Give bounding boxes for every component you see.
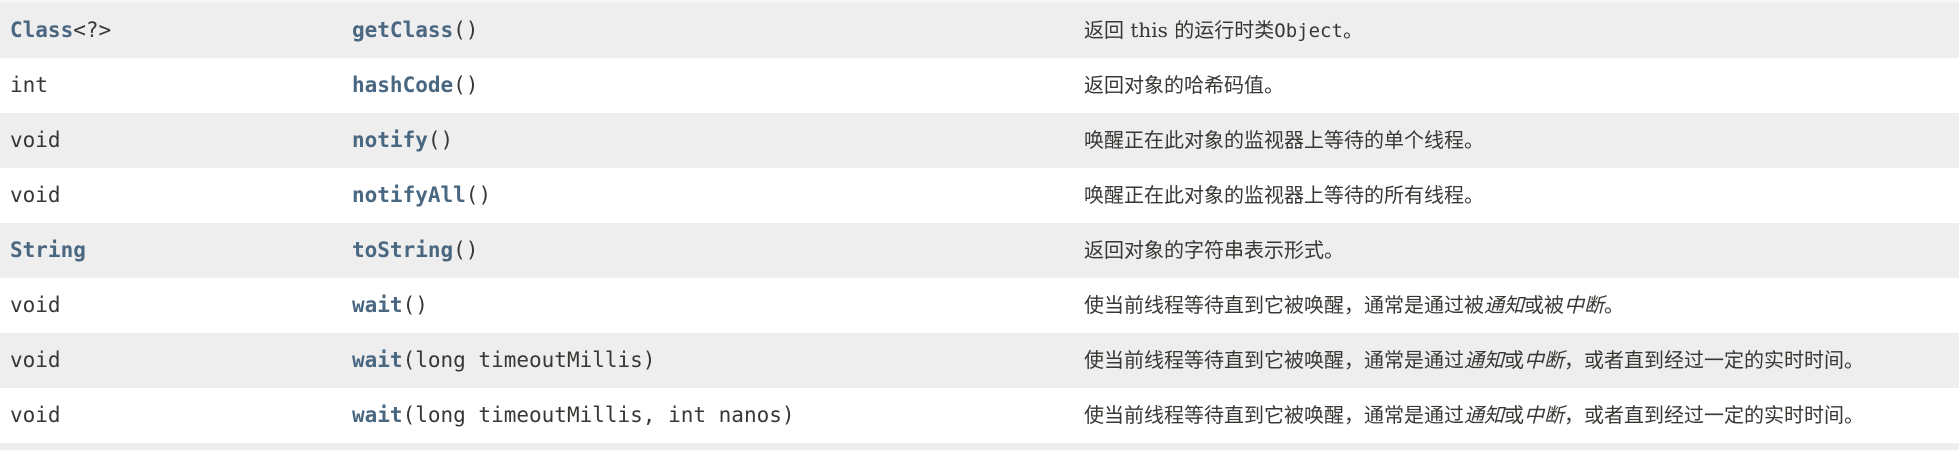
desc-text: 或 xyxy=(1504,403,1524,427)
method-description: 使当前线程等待直到它被唤醒，通常是通过通知或中断，或者直到经过一定的实时时间。 xyxy=(1084,333,1864,388)
return-type: void xyxy=(10,403,61,427)
return-type: int xyxy=(10,73,48,97)
return-type: Class<?> xyxy=(10,3,111,58)
method-link-hashcode[interactable]: hashCode xyxy=(352,73,453,97)
table-row: void notifyAll() 唤醒正在此对象的监视器上等待的所有线程。 xyxy=(0,168,1959,223)
desc-text: ，或者直到经过一定的实时时间。 xyxy=(1564,348,1864,372)
method-params: (long timeoutMillis) xyxy=(402,348,656,372)
method-link-tostring[interactable]: toString xyxy=(352,238,453,262)
method-description: 使当前线程等待直到它被唤醒，通常是通过通知或中断，或者直到经过一定的实时时间。 xyxy=(1084,388,1864,443)
method-params: () xyxy=(427,128,454,152)
desc-code: Object xyxy=(1274,20,1343,42)
method-summary-table: Class<?> getClass() 返回 this 的运行时类Object。… xyxy=(0,0,1959,450)
table-row: void wait(long timeoutMillis, int nanos)… xyxy=(0,388,1959,443)
desc-text: 。 xyxy=(1604,293,1624,317)
method-params: () xyxy=(453,238,479,262)
table-row: int hashCode() 返回对象的哈希码值。 xyxy=(0,58,1959,113)
desc-emphasis-interrupt: 中断 xyxy=(1524,403,1564,427)
method-description: 唤醒正在此对象的监视器上等待的单个线程。 xyxy=(1084,128,1484,152)
table-bottom-edge xyxy=(0,443,1959,450)
desc-emphasis-notify: 通知 xyxy=(1484,293,1524,317)
method-description: 返回 this 的运行时类Object。 xyxy=(1084,3,1363,58)
desc-text: ，或者直到经过一定的实时时间。 xyxy=(1564,403,1864,427)
method-params: () xyxy=(453,73,479,97)
return-type: void xyxy=(10,183,61,207)
method-link-wait-timeout[interactable]: wait xyxy=(352,348,403,372)
return-type-link-string[interactable]: String xyxy=(10,238,86,262)
method-link-wait-timeout-nanos[interactable]: wait xyxy=(352,403,403,427)
desc-text: 返回 xyxy=(1084,18,1131,42)
table-row: void wait(long timeoutMillis) 使当前线程等待直到它… xyxy=(0,333,1959,388)
method-description: 唤醒正在此对象的监视器上等待的所有线程。 xyxy=(1084,183,1484,207)
desc-emphasis-notify: 通知 xyxy=(1464,403,1504,427)
method-description: 返回对象的哈希码值。 xyxy=(1084,73,1284,97)
method-signature: toString() xyxy=(352,223,478,278)
method-signature: notifyAll() xyxy=(352,168,491,223)
method-signature: wait() xyxy=(352,278,428,333)
return-type: void xyxy=(10,128,61,152)
method-signature: wait(long timeoutMillis, int nanos) xyxy=(352,388,795,443)
method-params: () xyxy=(465,183,492,207)
desc-emphasis-interrupt: 中断 xyxy=(1564,293,1604,317)
method-signature: wait(long timeoutMillis) xyxy=(352,333,655,388)
table-row: void wait() 使当前线程等待直到它被唤醒，通常是通过被通知或被中断。 xyxy=(0,278,1959,333)
table-row: Class<?> getClass() 返回 this 的运行时类Object。 xyxy=(0,3,1959,58)
desc-text: 。 xyxy=(1342,18,1363,42)
desc-text: 使当前线程等待直到它被唤醒，通常是通过 xyxy=(1084,403,1464,427)
desc-text: 的运行时类 xyxy=(1167,18,1275,42)
method-link-notify[interactable]: notify xyxy=(352,128,428,152)
method-signature: hashCode() xyxy=(352,58,478,113)
return-type: void xyxy=(10,293,61,317)
method-link-wait[interactable]: wait xyxy=(352,293,403,317)
method-description: 返回对象的字符串表示形式。 xyxy=(1084,238,1344,262)
desc-text: 使当前线程等待直到它被唤醒，通常是通过 xyxy=(1084,348,1464,372)
return-type: void xyxy=(10,348,61,372)
method-signature: notify() xyxy=(352,113,453,168)
table-row: String toString() 返回对象的字符串表示形式。 xyxy=(0,223,1959,278)
method-description: 使当前线程等待直到它被唤醒，通常是通过被通知或被中断。 xyxy=(1084,278,1624,333)
desc-text: 或被 xyxy=(1524,293,1564,317)
table-row: void notify() 唤醒正在此对象的监视器上等待的单个线程。 xyxy=(0,113,1959,168)
method-params: (long timeoutMillis, int nanos) xyxy=(402,403,795,427)
method-params: () xyxy=(402,293,428,317)
desc-emphasis-interrupt: 中断 xyxy=(1524,348,1564,372)
method-signature: getClass() xyxy=(352,3,478,58)
desc-emphasis-notify: 通知 xyxy=(1464,348,1504,372)
return-type-link-class[interactable]: Class xyxy=(10,18,73,42)
method-params: () xyxy=(453,18,479,42)
desc-keyword: this xyxy=(1130,18,1168,42)
type-parameter: <?> xyxy=(73,18,112,42)
desc-text: 使当前线程等待直到它被唤醒，通常是通过被 xyxy=(1084,293,1484,317)
method-link-notifyall[interactable]: notifyAll xyxy=(352,183,466,207)
desc-text: 或 xyxy=(1504,348,1524,372)
method-link-getclass[interactable]: getClass xyxy=(352,18,453,42)
return-type: String xyxy=(10,223,86,278)
